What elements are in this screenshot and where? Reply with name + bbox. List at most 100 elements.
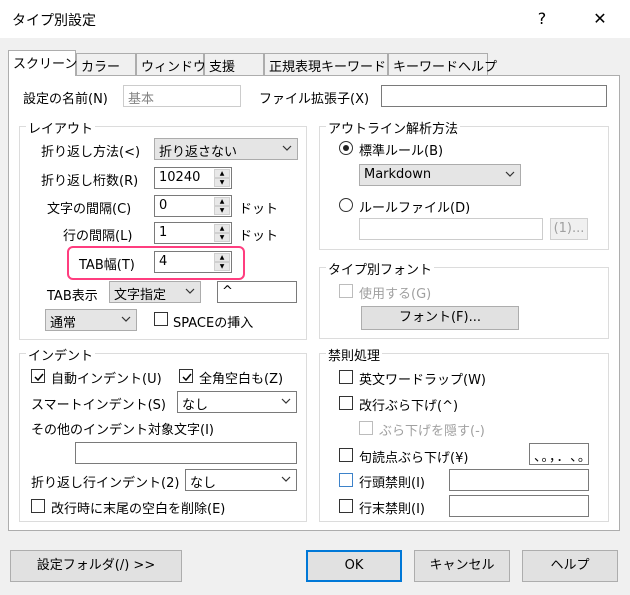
settings-folder-button[interactable]: 設定フォルダ(/) >> [10, 550, 182, 582]
tab-screen[interactable]: スクリーン [8, 50, 77, 76]
tab-width-value: 4 [159, 254, 168, 269]
auto-indent-label: 自動インデント(U) [51, 372, 162, 387]
wrap-columns-spinner[interactable]: 10240 ▲ ▼ [154, 167, 232, 189]
line-head-kinsoku-field[interactable] [449, 469, 589, 491]
spinner-arrows-icon[interactable]: ▲ ▼ [214, 169, 230, 187]
cancel-button[interactable]: キャンセル [414, 550, 510, 582]
char-spacing-label: 文字の間隔(C) [47, 202, 132, 217]
checkmark-icon [34, 373, 44, 382]
tab-window[interactable]: ウィンドウ [136, 53, 206, 75]
line-end-kinsoku-checkbox[interactable] [339, 499, 353, 513]
window-title: タイプ別設定 [12, 13, 96, 29]
use-type-font-label: 使用する(G) [359, 287, 432, 302]
screen-tab-panel: 設定の名前(N) 基本 ファイル拡張子(X) レイアウト 折り返し方法(<) 折… [8, 75, 620, 531]
tab-char-field[interactable]: ^ [217, 281, 297, 303]
char-spacing-unit: ドット [239, 202, 279, 217]
spinner-arrows-icon[interactable]: ▲ ▼ [214, 224, 230, 242]
ok-button[interactable]: OK [306, 550, 402, 582]
standard-rule-label: 標準ルール(B) [359, 144, 444, 159]
rule-file-browse-button[interactable]: (1)... [550, 218, 588, 240]
tab-support[interactable]: 支援 [204, 53, 264, 75]
wrap-method-label: 折り返し方法(<) [41, 145, 141, 160]
tab-color[interactable]: カラー [76, 53, 136, 75]
tab-style-value: 通常 [50, 316, 77, 331]
wrap-indent-value: なし [190, 476, 217, 491]
line-end-kinsoku-label: 行末禁則(I) [359, 502, 425, 517]
line-end-kinsoku-field[interactable] [449, 495, 589, 517]
smart-indent-select[interactable]: なし [177, 391, 297, 413]
hide-hang-checkbox[interactable] [359, 421, 373, 435]
name-label: 設定の名前(N) [23, 92, 108, 107]
wrap-method-value: 折り返さない [159, 145, 238, 160]
chevron-down-icon [281, 476, 291, 482]
remove-trailing-space-label: 改行時に末尾の空白を削除(E) [51, 502, 226, 517]
extension-label: ファイル拡張子(X) [259, 92, 370, 107]
wrap-columns-label: 折り返し桁数(R) [41, 174, 139, 189]
smart-indent-label: スマートインデント(S) [31, 398, 167, 413]
tab-width-spinner[interactable]: 4 ▲ ▼ [154, 251, 232, 273]
rule-file-label: ルールファイル(D) [359, 201, 471, 216]
punctuation-hang-field[interactable]: 、。，．､｡ [529, 443, 589, 465]
wrap-columns-value: 10240 [159, 170, 201, 185]
spinner-arrows-icon[interactable]: ▲ ▼ [214, 197, 230, 215]
char-spacing-spinner[interactable]: 0 ▲ ▼ [154, 195, 232, 217]
chevron-down-icon [185, 288, 195, 294]
outline-rule-select[interactable]: Markdown [359, 164, 521, 186]
tab-display-select[interactable]: 文字指定 [109, 281, 201, 303]
spinner-arrows-icon[interactable]: ▲ ▼ [214, 253, 230, 271]
standard-rule-radio[interactable] [339, 141, 353, 155]
punctuation-hang-checkbox[interactable] [339, 448, 353, 462]
wrap-method-select[interactable]: 折り返さない [154, 138, 298, 160]
tab-keyword-help[interactable]: キーワードヘルプ [388, 53, 497, 75]
auto-indent-checkbox[interactable] [31, 369, 45, 383]
tab-width-label: TAB幅(T) [79, 258, 135, 273]
rule-file-radio[interactable] [339, 198, 353, 212]
checkmark-icon [182, 373, 192, 382]
chevron-down-icon [505, 171, 515, 177]
tab-display-label: TAB表示 [47, 289, 98, 304]
fullwidth-space-checkbox[interactable] [179, 369, 193, 383]
font-button[interactable]: フォント(F)... [361, 306, 519, 330]
outline-group-title: アウトライン解析方法 [326, 118, 461, 137]
help-icon[interactable]: ? [522, 4, 562, 34]
insert-space-label: SPACEの挿入 [173, 316, 254, 331]
close-icon[interactable]: ✕ [580, 4, 620, 34]
title-bar: タイプ別設定 ? ✕ [0, 0, 630, 38]
name-field[interactable]: 基本 [123, 85, 241, 107]
use-type-font-checkbox[interactable] [339, 284, 353, 298]
newline-hang-checkbox[interactable] [339, 396, 353, 410]
line-spacing-spinner[interactable]: 1 ▲ ▼ [154, 222, 232, 244]
hide-hang-label: ぶら下げを隠す(-) [379, 424, 485, 439]
char-spacing-value: 0 [159, 198, 168, 213]
tab-regex-keyword[interactable]: 正規表現キーワード [264, 53, 388, 75]
line-spacing-value: 1 [159, 225, 168, 240]
help-button[interactable]: ヘルプ [522, 550, 618, 582]
smart-indent-value: なし [182, 398, 209, 413]
layout-group-title: レイアウト [26, 118, 96, 137]
radio-dot-icon [343, 145, 349, 151]
other-indent-chars-label: その他のインデント対象文字(I) [31, 423, 214, 438]
punctuation-hang-label: 句読点ぶら下げ(¥) [359, 451, 469, 466]
line-head-kinsoku-label: 行頭禁則(I) [359, 476, 425, 491]
rule-file-field[interactable] [359, 218, 543, 240]
wrap-indent-label: 折り返し行インデント(2) [31, 476, 180, 491]
outline-rule-value: Markdown [364, 167, 432, 182]
indent-group-title: インデント [26, 345, 96, 364]
kinsoku-group-title: 禁則処理 [326, 345, 383, 364]
tab-style-select[interactable]: 通常 [45, 309, 137, 331]
extension-field[interactable] [381, 85, 607, 107]
line-head-kinsoku-checkbox[interactable] [339, 473, 353, 487]
type-font-group-title: タイプ別フォント [326, 259, 435, 278]
insert-space-checkbox[interactable] [154, 312, 168, 326]
english-wordwrap-checkbox[interactable] [339, 370, 353, 384]
type-settings-dialog: タイプ別設定 ? ✕ スクリーン カラー ウィンドウ 支援 正規表現キーワード … [0, 0, 630, 595]
chevron-down-icon [281, 398, 291, 404]
chevron-down-icon [282, 145, 292, 151]
english-wordwrap-label: 英文ワードラップ(W) [359, 373, 486, 388]
wrap-indent-select[interactable]: なし [185, 469, 297, 491]
other-indent-chars-field[interactable] [75, 442, 297, 464]
remove-trailing-space-checkbox[interactable] [31, 499, 45, 513]
fullwidth-space-label: 全角空白も(Z) [199, 372, 284, 387]
line-spacing-label: 行の間隔(L) [63, 229, 133, 244]
line-spacing-unit: ドット [239, 229, 279, 244]
